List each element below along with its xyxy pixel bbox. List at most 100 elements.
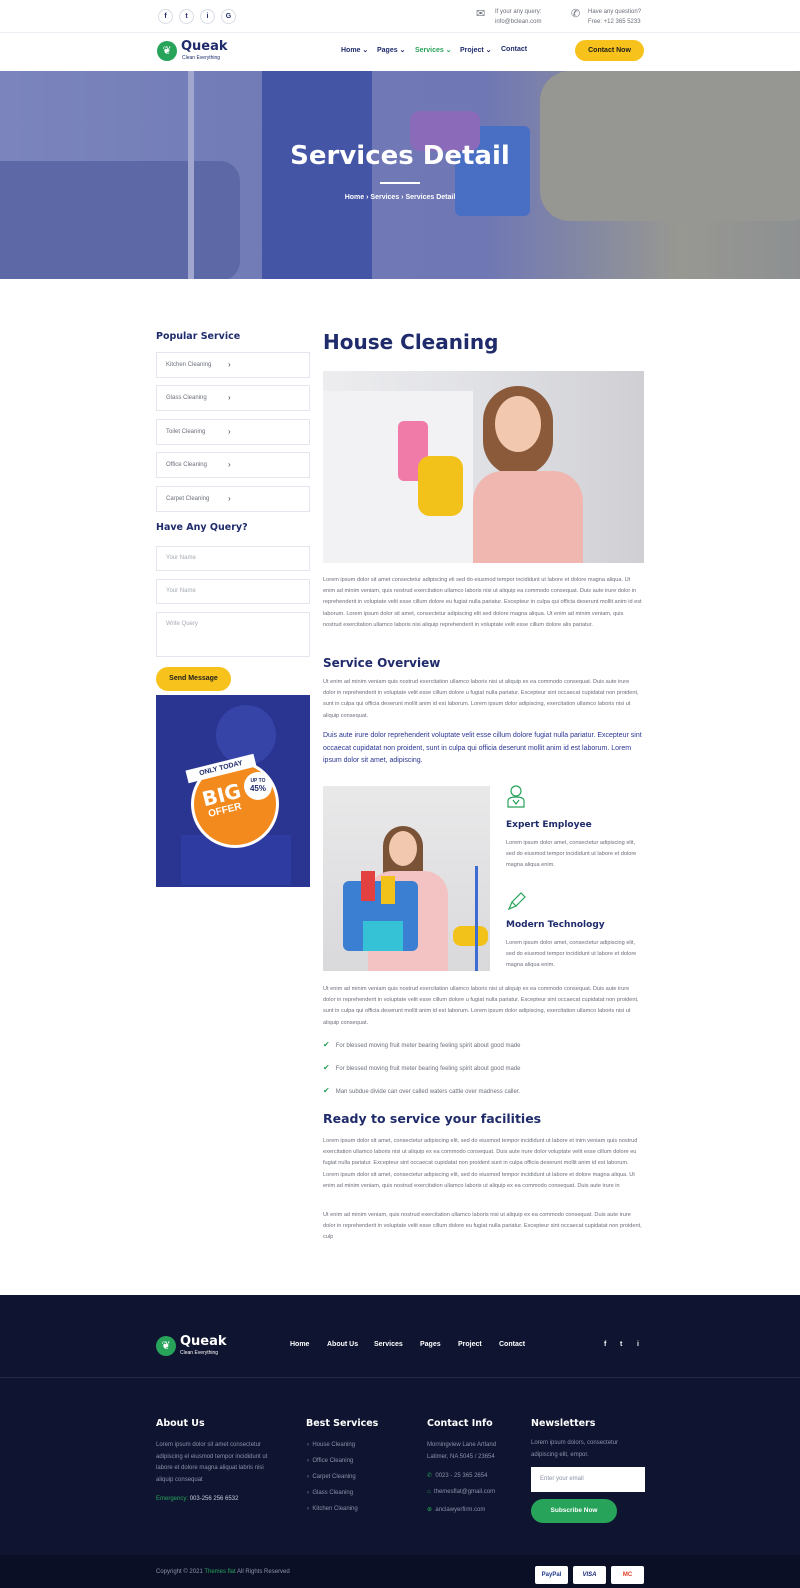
main-nav: ❦ Queak Clean Everything Home ⌄ Pages ⌄ … bbox=[0, 33, 800, 71]
email-contact: If your any query: info@bclean.com bbox=[495, 7, 541, 27]
photo2-bottle-red bbox=[361, 871, 375, 901]
footer-service-link[interactable]: › Glass Cleaning bbox=[307, 1490, 353, 1496]
google-icon[interactable]: G bbox=[221, 9, 236, 24]
chevron-right-icon: › bbox=[228, 393, 231, 402]
footer-nav-services[interactable]: Services bbox=[374, 1341, 403, 1348]
send-message-button[interactable]: Send Message bbox=[156, 667, 231, 691]
globe-icon: ⊕ bbox=[427, 1507, 433, 1513]
sidebar-item-glass-cleaning[interactable]: Glass Cleaning › bbox=[156, 385, 310, 411]
chevron-right-icon: › bbox=[228, 360, 231, 369]
feature-modern-title: Modern Technology bbox=[506, 920, 605, 930]
page-title: Services Detail bbox=[290, 141, 510, 171]
overview-paragraph: Ut enim ad minim veniam quis nostrud exe… bbox=[323, 679, 639, 719]
photo-face bbox=[495, 396, 541, 452]
photo2-face bbox=[389, 831, 417, 866]
subscribe-button[interactable]: Subscribe Now bbox=[531, 1499, 617, 1523]
email-value[interactable]: info@bclean.com bbox=[495, 17, 541, 27]
title-underline bbox=[380, 182, 420, 184]
footer-logo-name[interactable]: Queak bbox=[180, 1334, 227, 1349]
name-field-2[interactable]: Your Name bbox=[156, 579, 310, 604]
check-item-2: ✔ For blessed moving fruit meter bearing … bbox=[323, 1063, 521, 1072]
breadcrumb-home[interactable]: Home bbox=[345, 194, 364, 201]
ready-paragraph-2: Ut enim ad minim veniam, quis nostrud ex… bbox=[323, 1212, 642, 1241]
footer-email[interactable]: ⌂ themesflat@gmail.com bbox=[427, 1489, 495, 1495]
footer-twitter-icon[interactable]: t bbox=[620, 1341, 622, 1348]
photo-shirt bbox=[473, 471, 583, 563]
copyright: Copyright © 2021 Themes flat All Rights … bbox=[156, 1569, 290, 1575]
detail-paragraph: Ut enim ad minim veniam quis nostrud exe… bbox=[323, 986, 639, 1026]
photo2-mop bbox=[475, 866, 478, 971]
mail-icon: ⌂ bbox=[427, 1489, 431, 1495]
footer-newsletter-text: Lorem ipsum dolors, consectetur adipisci… bbox=[531, 1440, 619, 1458]
footer-phone[interactable]: ✆ 0023 - 25 365 2654 bbox=[427, 1472, 487, 1479]
visa-icon: VISA bbox=[573, 1566, 606, 1584]
footer-service-link[interactable]: › House Cleaning bbox=[307, 1442, 355, 1448]
phone-value[interactable]: Free: +12 365 5233 bbox=[588, 17, 641, 27]
check-item-1: ✔ For blessed moving fruit meter bearing … bbox=[323, 1040, 521, 1049]
logo-name[interactable]: Queak bbox=[181, 39, 228, 54]
footer-service-link[interactable]: › Office Cleaning bbox=[307, 1458, 353, 1464]
check-item-3: ✔ Man subdue divide can over called water… bbox=[323, 1086, 521, 1095]
offer-banner[interactable]: ONLY TODAY BIG OFFER UP TO 45% bbox=[156, 695, 310, 887]
sidebar-item-carpet-cleaning[interactable]: Carpet Cleaning › bbox=[156, 486, 310, 512]
footer-instagram-icon[interactable]: i bbox=[637, 1341, 639, 1348]
footer-facebook-icon[interactable]: f bbox=[604, 1341, 606, 1348]
nav-item-home[interactable]: Home ⌄ bbox=[341, 46, 368, 54]
feature-expert-text: Lorem ipsum dolor amet, consectetur adip… bbox=[506, 840, 637, 868]
ready-paragraph-1: Lorem ipsum dolor sit amet, consectetur … bbox=[323, 1138, 638, 1189]
nav-item-project[interactable]: Project ⌄ bbox=[460, 46, 492, 54]
footer-logo-tagline: Clean Everything bbox=[180, 1350, 219, 1356]
contact-now-button[interactable]: Contact Now bbox=[575, 40, 644, 61]
logo-leaf-icon[interactable]: ❦ bbox=[157, 41, 177, 61]
chevron-right-icon: › bbox=[228, 494, 231, 503]
employee-icon bbox=[506, 784, 526, 813]
photo2-cloth bbox=[363, 921, 403, 951]
photo2-glove bbox=[453, 926, 488, 946]
offer-percent-badge: UP TO 45% bbox=[244, 772, 272, 800]
breadcrumb-services[interactable]: Services bbox=[370, 194, 399, 201]
sidebar-item-toilet-cleaning[interactable]: Toilet Cleaning › bbox=[156, 419, 310, 445]
brush-icon bbox=[506, 890, 528, 917]
paypal-icon: PayPal bbox=[535, 1566, 568, 1584]
query-title: Have Any Query? bbox=[156, 522, 248, 533]
phone-icon: ✆ bbox=[427, 1473, 433, 1479]
sidebar-item-kitchen-cleaning[interactable]: Kitchen Cleaning › bbox=[156, 352, 310, 378]
footer-service-link[interactable]: › Kitchen Cleaning bbox=[307, 1506, 358, 1512]
footer-logo-leaf-icon[interactable]: ❦ bbox=[156, 1336, 176, 1356]
twitter-icon[interactable]: t bbox=[179, 9, 194, 24]
footer-newsletter-title: Newsletters bbox=[531, 1418, 596, 1429]
overview-title: Service Overview bbox=[323, 656, 441, 670]
photo2-bottle-yellow bbox=[381, 876, 395, 904]
footer-contact-title: Contact Info bbox=[427, 1418, 493, 1429]
nav-item-contact[interactable]: Contact bbox=[501, 46, 527, 53]
instagram-icon[interactable]: i bbox=[200, 9, 215, 24]
logo-tagline: Clean Everything bbox=[182, 55, 221, 61]
footer-bottom-bar: Copyright © 2021 Themes flat All Rights … bbox=[0, 1555, 800, 1588]
footer-nav-home[interactable]: Home bbox=[290, 1341, 309, 1348]
footer-service-link[interactable]: › Carpet Cleaning bbox=[307, 1474, 356, 1480]
chevron-right-icon: › bbox=[228, 427, 231, 436]
sidebar-item-office-cleaning[interactable]: Office Cleaning › bbox=[156, 452, 310, 478]
query-field[interactable]: Write Query bbox=[156, 612, 310, 657]
check-icon: ✔ bbox=[323, 1063, 330, 1072]
footer-nav-pages[interactable]: Pages bbox=[420, 1341, 441, 1348]
name-field[interactable]: Your Name bbox=[156, 546, 310, 571]
phone-label: Have any question? bbox=[588, 9, 642, 15]
envelope-icon: ✉ bbox=[476, 8, 486, 20]
nav-item-services[interactable]: Services ⌄ bbox=[415, 46, 452, 54]
nav-item-pages[interactable]: Pages ⌄ bbox=[377, 46, 405, 54]
check-icon: ✔ bbox=[323, 1040, 330, 1049]
footer-web[interactable]: ⊕ anclawyerfirm.com bbox=[427, 1506, 485, 1513]
footer-nav-about[interactable]: About Us bbox=[327, 1341, 358, 1348]
email-label: If your any query: bbox=[495, 9, 542, 15]
footer-nav-contact[interactable]: Contact bbox=[499, 1341, 525, 1348]
site-footer: ❦ Queak Clean Everything Home About Us S… bbox=[0, 1295, 800, 1588]
breadcrumb-current: Services Detail bbox=[405, 194, 456, 201]
facebook-icon[interactable]: f bbox=[158, 9, 173, 24]
ready-title: Ready to service your facilities bbox=[323, 1111, 542, 1126]
footer-nav-project[interactable]: Project bbox=[458, 1341, 482, 1348]
phone-icon: ✆ bbox=[571, 8, 581, 20]
footer-emergency: Emergency: 003-256 256 6532 bbox=[156, 1496, 239, 1502]
newsletter-email-input[interactable]: Enter your email bbox=[531, 1467, 645, 1492]
page-hero: Services Detail Home › Services › Servic… bbox=[0, 71, 800, 279]
